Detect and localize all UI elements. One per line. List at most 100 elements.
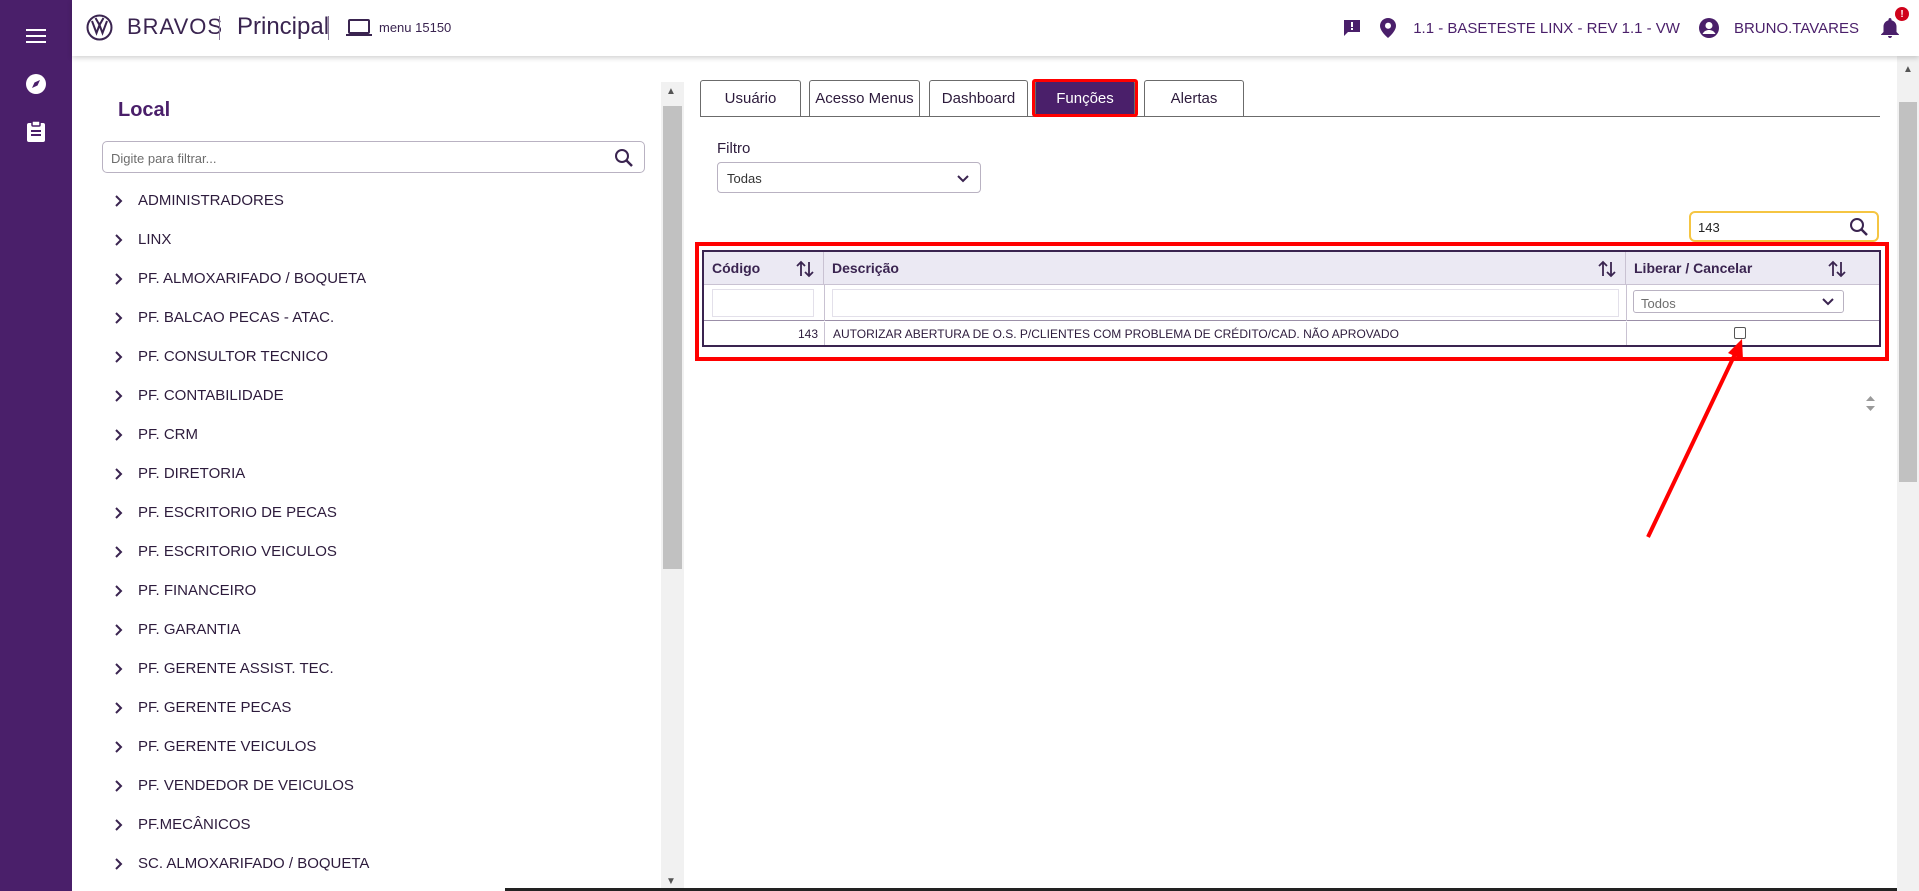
status-filter-select[interactable]: Todos bbox=[1633, 290, 1844, 313]
tree-item-label: PF. DIRETORIA bbox=[138, 465, 246, 482]
local-tree: ADMINISTRADORES LINX PF. ALMOXARIFADO / … bbox=[112, 181, 652, 883]
tree-item-label: LINX bbox=[138, 231, 172, 248]
chevron-right-icon[interactable] bbox=[112, 776, 138, 796]
chevron-right-icon[interactable] bbox=[112, 191, 138, 211]
column-label: Descrição bbox=[832, 260, 899, 276]
local-title: Local bbox=[118, 99, 171, 121]
chevron-right-icon[interactable] bbox=[112, 503, 138, 523]
descricao-filter-field[interactable] bbox=[832, 289, 1619, 317]
annotation-tab-highlight bbox=[1032, 79, 1138, 117]
sort-icon[interactable] bbox=[1598, 259, 1616, 279]
scrollbar-thumb[interactable] bbox=[663, 106, 682, 569]
chevron-right-icon[interactable] bbox=[112, 698, 138, 718]
left-rail bbox=[0, 0, 72, 891]
tree-item[interactable]: PF. GERENTE ASSIST. TEC. bbox=[112, 649, 652, 688]
filter-select[interactable]: Todas bbox=[717, 162, 981, 193]
chevron-down-icon bbox=[1822, 298, 1834, 306]
chevron-right-icon[interactable] bbox=[112, 347, 138, 367]
grid-scroll-arrows-icon[interactable] bbox=[1862, 392, 1879, 415]
tree-item[interactable]: PF. BALCAO PECAS - ATAC. bbox=[112, 298, 652, 337]
chevron-right-icon[interactable] bbox=[112, 308, 138, 328]
tree-item[interactable]: PF. ESCRITORIO DE PECAS bbox=[112, 493, 652, 532]
divider bbox=[219, 16, 220, 40]
filter-selected-value: Todas bbox=[727, 171, 762, 186]
tree-item[interactable]: PF. CONSULTOR TECNICO bbox=[112, 337, 652, 376]
tree-item[interactable]: LINX bbox=[112, 220, 652, 259]
chevron-right-icon[interactable] bbox=[112, 386, 138, 406]
location-pin-icon bbox=[1377, 17, 1399, 39]
column-header-codigo[interactable]: Código bbox=[704, 252, 824, 285]
chevron-right-icon[interactable] bbox=[112, 425, 138, 445]
local-search-input[interactable] bbox=[111, 148, 601, 168]
chevron-right-icon[interactable] bbox=[112, 620, 138, 640]
status-filter-value: Todos bbox=[1641, 296, 1676, 311]
tree-item[interactable]: PF. ESCRITORIO VEICULOS bbox=[112, 532, 652, 571]
location-label[interactable]: 1.1 - BASETESTE LINX - REV 1.1 - VW bbox=[1413, 20, 1680, 37]
tree-item[interactable]: SC. ALMOXARIFADO / BOQUETA bbox=[112, 844, 652, 883]
codigo-filter-field[interactable] bbox=[712, 289, 814, 317]
top-header: BRAVOS Principal menu 15150 1.1 - BASETE… bbox=[72, 0, 1919, 56]
compass-icon[interactable] bbox=[22, 70, 50, 98]
grid-search bbox=[1689, 211, 1879, 242]
tree-item[interactable]: PF. GERENTE VEICULOS bbox=[112, 727, 652, 766]
header-right: 1.1 - BASETESTE LINX - REV 1.1 - VW BRUN… bbox=[1341, 0, 1909, 56]
tree-item[interactable]: PF. DIRETORIA bbox=[112, 454, 652, 493]
scroll-down-icon[interactable]: ▼ bbox=[666, 876, 676, 887]
tree-item[interactable]: PF. CRM bbox=[112, 415, 652, 454]
tree-item[interactable]: ADMINISTRADORES bbox=[112, 181, 652, 220]
sort-icon[interactable] bbox=[1828, 259, 1846, 279]
notification-bell-icon[interactable]: ! bbox=[1879, 7, 1909, 39]
chevron-right-icon[interactable] bbox=[112, 581, 138, 601]
feedback-icon[interactable] bbox=[1341, 17, 1363, 39]
vw-logo-icon bbox=[86, 14, 113, 41]
codigo-filter-input[interactable] bbox=[713, 290, 813, 316]
tab-dashboard[interactable]: Dashboard bbox=[929, 80, 1028, 116]
chevron-right-icon[interactable] bbox=[112, 464, 138, 484]
tree-item[interactable]: PF. ALMOXARIFADO / BOQUETA bbox=[112, 259, 652, 298]
user-name[interactable]: BRUNO.TAVARES bbox=[1734, 20, 1859, 37]
sort-icon[interactable] bbox=[796, 259, 814, 279]
chevron-right-icon[interactable] bbox=[112, 854, 138, 874]
column-label: Código bbox=[712, 260, 761, 276]
tree-item-label: ADMINISTRADORES bbox=[138, 192, 284, 209]
search-icon[interactable] bbox=[1849, 217, 1869, 237]
functions-grid: Código Descrição Liberar / Cancelar Todo… bbox=[702, 250, 1881, 411]
page-scrollbar[interactable]: ▲ bbox=[1897, 56, 1919, 891]
tree-item-label: PF. ALMOXARIFADO / BOQUETA bbox=[138, 270, 367, 287]
menu-icon[interactable] bbox=[22, 22, 50, 50]
chevron-right-icon[interactable] bbox=[112, 737, 138, 757]
tree-item[interactable]: PF.MECÂNICOS bbox=[112, 805, 652, 844]
table-row[interactable]: 143 AUTORIZAR ABERTURA DE O.S. P/CLIENTE… bbox=[704, 322, 1879, 411]
tree-item[interactable]: PF. GERENTE PECAS bbox=[112, 688, 652, 727]
menu-code: menu 15150 bbox=[379, 20, 452, 35]
chevron-right-icon[interactable] bbox=[112, 659, 138, 679]
tree-item-label: PF. BALCAO PECAS - ATAC. bbox=[138, 309, 335, 326]
scrollbar-thumb[interactable] bbox=[1899, 102, 1917, 482]
tree-item-label: PF. CONSULTOR TECNICO bbox=[138, 348, 329, 365]
column-header-liberar-cancelar[interactable]: Liberar / Cancelar bbox=[1626, 252, 1879, 285]
grid-filter-row: Todos bbox=[704, 285, 1879, 321]
tree-item[interactable]: PF. CONTABILIDADE bbox=[112, 376, 652, 415]
user-account-icon[interactable] bbox=[1698, 17, 1720, 39]
tree-item-label: PF. GERENTE ASSIST. TEC. bbox=[138, 660, 334, 677]
descricao-filter-input[interactable] bbox=[833, 290, 1618, 316]
scroll-up-icon[interactable]: ▲ bbox=[666, 86, 676, 97]
chevron-right-icon[interactable] bbox=[112, 542, 138, 562]
tree-item[interactable]: PF. FINANCEIRO bbox=[112, 571, 652, 610]
grid-search-input[interactable] bbox=[1698, 218, 1838, 236]
tab-alertas[interactable]: Alertas bbox=[1144, 80, 1244, 116]
chevron-right-icon[interactable] bbox=[112, 230, 138, 250]
chevron-right-icon[interactable] bbox=[112, 269, 138, 289]
column-header-descricao[interactable]: Descrição bbox=[824, 252, 1626, 285]
search-icon[interactable] bbox=[614, 148, 634, 168]
scroll-up-icon[interactable]: ▲ bbox=[1903, 64, 1913, 75]
liberar-checkbox[interactable] bbox=[1734, 327, 1746, 339]
tab-acesso-menus[interactable]: Acesso Menus bbox=[809, 80, 920, 116]
clipboard-icon[interactable] bbox=[22, 117, 50, 145]
chevron-right-icon[interactable] bbox=[112, 815, 138, 835]
tree-item[interactable]: PF. VENDEDOR DE VEICULOS bbox=[112, 766, 652, 805]
cell-codigo: 143 bbox=[797, 327, 818, 341]
tab-usuario[interactable]: Usuário bbox=[700, 80, 801, 116]
tree-item[interactable]: PF. GARANTIA bbox=[112, 610, 652, 649]
left-panel-scrollbar[interactable]: ▲ ▼ bbox=[661, 82, 684, 891]
